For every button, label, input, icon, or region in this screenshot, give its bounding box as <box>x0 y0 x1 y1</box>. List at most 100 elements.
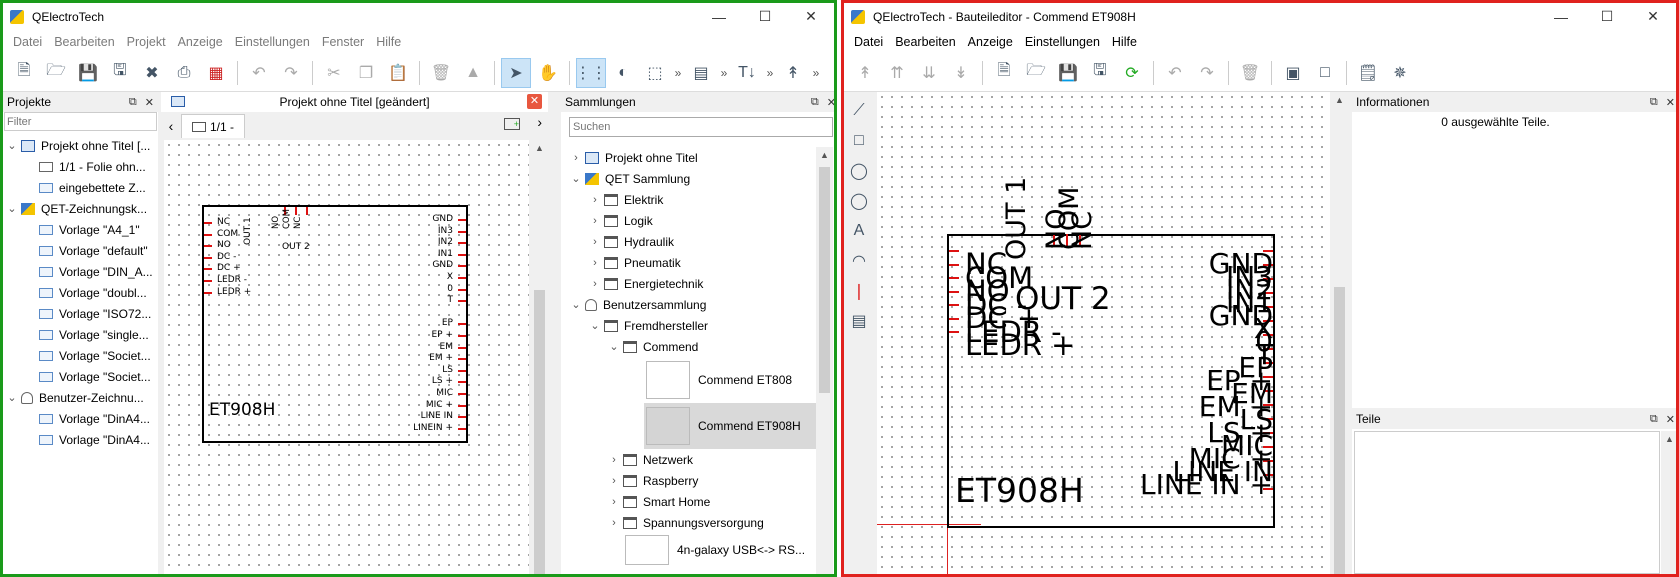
chevron-down-icon[interactable]: ⌄ <box>5 139 19 152</box>
tree-item[interactable]: ⌄ QET Sammlung <box>569 168 816 189</box>
menu-fenster[interactable]: Fenster <box>316 35 370 49</box>
folio-list-icon[interactable]: ▤ <box>686 58 716 88</box>
chevron-down-icon[interactable]: ⌄ <box>588 319 602 332</box>
float-icon[interactable]: ⧉ <box>811 96 819 109</box>
text-tool-icon[interactable]: A <box>844 216 874 246</box>
diagram-canvas[interactable]: NC COM NO DC - DC + LEDR - LEDR + GND IN3 IN2 IN1 G… <box>164 140 529 574</box>
tab-scroll-right-icon[interactable]: › <box>537 114 542 130</box>
undo-icon[interactable]: ↶ <box>1160 58 1190 88</box>
toolbar-overflow-icon[interactable]: » <box>672 66 684 80</box>
redo-icon[interactable]: ↷ <box>276 58 306 88</box>
tree-item[interactable]: Vorlage "DIN_A... <box>3 261 158 282</box>
paste-icon[interactable]: 📋 <box>383 58 413 88</box>
collections-search-input[interactable] <box>569 117 833 137</box>
delete-icon[interactable]: 🗑 <box>1235 58 1265 88</box>
tree-item[interactable]: Vorlage "DinA4... <box>3 429 158 450</box>
toolbar-overflow-icon[interactable]: » <box>810 66 822 80</box>
close-icon[interactable]: ✕ <box>145 96 154 109</box>
tree-item[interactable]: › Logik <box>569 210 816 231</box>
minimize-icon[interactable]: — <box>696 3 742 30</box>
editor-canvas[interactable]: NC COM NO DC - DC + LEDR - LEDR + GND IN3 IN2 IN1 G… <box>877 92 1330 574</box>
chevron-down-icon[interactable]: ⌄ <box>569 298 583 311</box>
menu-einstellungen[interactable]: Einstellungen <box>1019 35 1106 49</box>
rotate-icon[interactable]: ▲ <box>458 58 488 88</box>
tree-item[interactable]: Vorlage "DinA4... <box>3 408 158 429</box>
menu-hilfe[interactable]: Hilfe <box>1106 35 1143 49</box>
tree-item[interactable]: ⌄ Projekt ohne Titel [... <box>3 135 158 156</box>
chevron-right-icon[interactable]: › <box>588 215 602 227</box>
bring-forward-icon[interactable]: ↟ <box>850 58 880 88</box>
chevron-right-icon[interactable]: › <box>569 152 583 164</box>
tree-item[interactable]: › Smart Home <box>569 491 816 512</box>
copy-icon[interactable]: ❐ <box>351 58 381 88</box>
arc-tool-icon[interactable]: ◠ <box>844 246 874 276</box>
close-icon[interactable]: ✕ <box>1630 3 1676 30</box>
tab-scroll-left-icon[interactable]: ‹ <box>161 118 181 134</box>
zoom-fit-icon[interactable]: ▣ <box>1278 58 1308 88</box>
add-folio-icon[interactable]: + <box>504 118 520 130</box>
scroll-up-icon[interactable]: ▲ <box>816 150 833 160</box>
tree-item[interactable]: › Raspberry <box>569 470 816 491</box>
editor-title-bar[interactable]: QElectroTech - Bauteileditor - Commend E… <box>844 3 1676 30</box>
chevron-right-icon[interactable]: › <box>588 278 602 290</box>
menu-anzeige[interactable]: Anzeige <box>172 35 229 49</box>
tree-item[interactable]: 1/1 - Folie ohn... <box>3 156 158 177</box>
send-backward-icon[interactable]: ↡ <box>946 58 976 88</box>
open-folder-icon[interactable]: 🗁 <box>41 58 71 88</box>
tree-item[interactable]: › Elektrik <box>569 189 816 210</box>
filter-input[interactable] <box>4 112 157 131</box>
save-icon[interactable]: 💾 <box>1053 58 1083 88</box>
undo-icon[interactable]: ↶ <box>244 58 274 88</box>
menu-bearbeiten[interactable]: Bearbeiten <box>48 35 120 49</box>
maximize-icon[interactable]: ☐ <box>1584 3 1630 30</box>
rectangle-tool-icon[interactable]: □ <box>844 126 874 156</box>
element-outline[interactable]: NC COM NO DC - DC + LEDR - LEDR + GND IN3 IN2 IN1 G… <box>947 177 1275 528</box>
tree-item[interactable]: › Projekt ohne Titel <box>569 147 816 168</box>
collection-element-item[interactable]: 4n-galaxy USB<-> RS... <box>625 533 816 567</box>
tree-item[interactable]: Vorlage "single... <box>3 324 158 345</box>
float-icon[interactable]: ⧉ <box>1650 413 1658 426</box>
export-pdf-icon[interactable]: ▦ <box>201 58 231 88</box>
delete-icon[interactable]: 🗑 <box>426 58 456 88</box>
rotate-element-icon[interactable]: ✵ <box>1385 58 1415 88</box>
open-icon[interactable]: 🗁 <box>1021 58 1051 88</box>
float-icon[interactable]: ⧉ <box>129 96 137 109</box>
tree-item[interactable]: Vorlage "Societ... <box>3 345 158 366</box>
redo-icon[interactable]: ↷ <box>1192 58 1222 88</box>
parts-list[interactable] <box>1354 431 1660 574</box>
chevron-right-icon[interactable]: › <box>607 454 621 466</box>
tree-item[interactable]: › Energietechnik <box>569 273 816 294</box>
pan-hand-icon[interactable]: ✋ <box>533 58 563 88</box>
collection-element-item[interactable]: Commend ET908H <box>644 403 816 449</box>
scroll-up-icon[interactable]: ▲ <box>1331 95 1348 105</box>
menu-projekt[interactable]: Projekt <box>121 35 172 49</box>
close-icon[interactable]: ✕ <box>1666 96 1675 109</box>
raise-icon[interactable]: ⇈ <box>882 58 912 88</box>
select-area-icon[interactable]: ⬚ <box>640 58 670 88</box>
tree-item[interactable]: › Netzwerk <box>569 449 816 470</box>
new-project-icon[interactable]: 🗎 <box>9 58 39 88</box>
save-icon[interactable]: 💾 <box>73 58 103 88</box>
tree-item[interactable]: Vorlage "default" <box>3 240 158 261</box>
save-as-icon[interactable]: 🖫 <box>105 58 135 88</box>
chevron-down-icon[interactable]: ⌄ <box>569 172 583 185</box>
tree-item[interactable]: Vorlage "ISO72... <box>3 303 158 324</box>
close-icon[interactable]: ✕ <box>1666 413 1675 426</box>
conductor-autoconnect-icon[interactable]: ↟ <box>778 58 808 88</box>
close-document-icon[interactable]: ✕ <box>527 94 542 109</box>
add-text-icon[interactable]: T↓ <box>732 58 762 88</box>
ellipse-tool-icon[interactable]: ◯ <box>844 156 874 186</box>
toolbar-overflow-icon[interactable]: » <box>718 66 730 80</box>
toolbar-overflow-icon[interactable]: » <box>764 66 776 80</box>
save-as-icon[interactable]: 🖫 <box>1085 58 1115 88</box>
select-pointer-icon[interactable]: ➤ <box>501 57 531 88</box>
collection-element-item[interactable]: Commend ET808 <box>644 357 816 403</box>
element-et908h[interactable]: NC COM NO DC - DC + LEDR - LEDR + GND IN3 IN2 IN1 G… <box>202 205 468 443</box>
float-icon[interactable]: ⧉ <box>1650 96 1658 109</box>
tree-item[interactable]: ⌄ Benutzersammlung <box>569 294 816 315</box>
dynamic-text-tool-icon[interactable]: ▤ <box>844 306 874 336</box>
chevron-right-icon[interactable]: › <box>607 496 621 508</box>
print-icon[interactable]: ⎙ <box>169 58 199 88</box>
close-icon[interactable]: ✕ <box>788 3 834 30</box>
tree-item[interactable]: ⌄ Benutzer-Zeichnu... <box>3 387 158 408</box>
